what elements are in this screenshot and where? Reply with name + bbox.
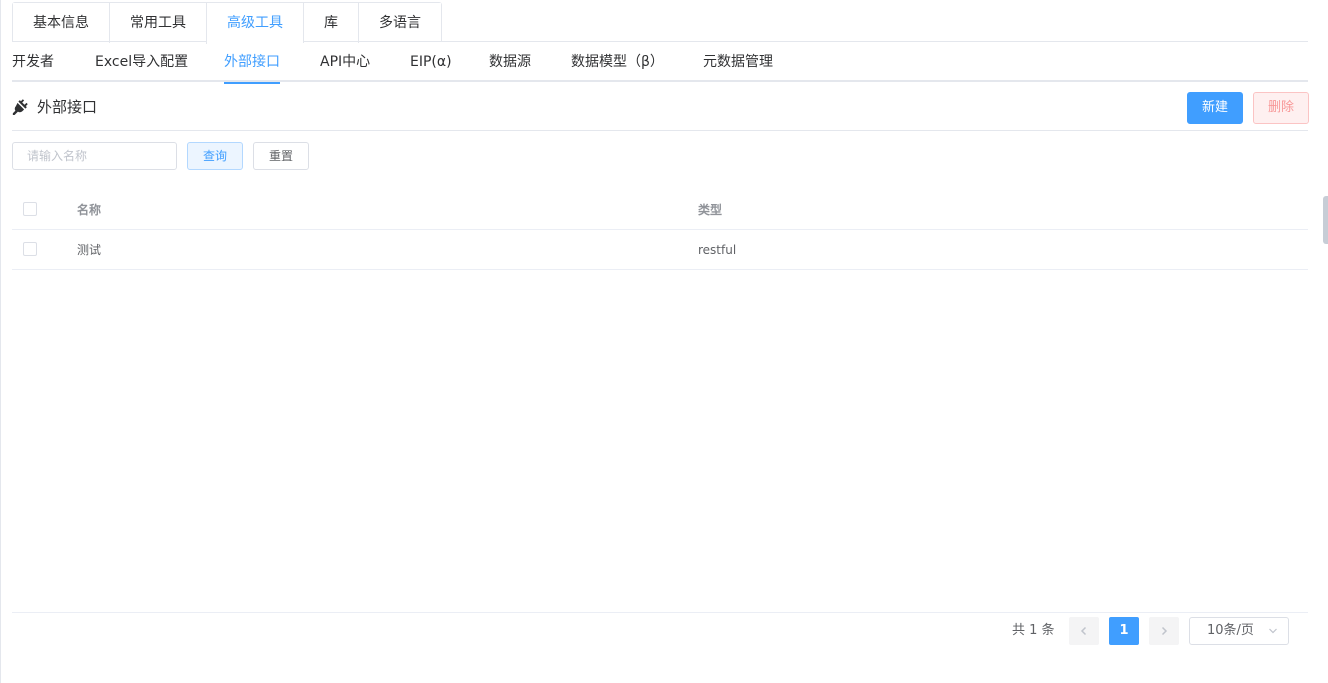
- tab-basic-info[interactable]: 基本信息: [13, 3, 109, 43]
- cell-name: 测试: [77, 243, 102, 257]
- interface-table: 名称 类型 测试 restful: [12, 190, 1308, 270]
- total-count: 共 1 条: [1012, 623, 1055, 638]
- section-title: 外部接口: [37, 98, 98, 116]
- page-number-current[interactable]: 1: [1109, 617, 1139, 645]
- cell-type: restful: [698, 243, 737, 257]
- subtab-metadata[interactable]: 元数据管理: [703, 42, 773, 82]
- subtab-eip[interactable]: EIP(α): [410, 42, 452, 82]
- subtab-excel-import[interactable]: Excel导入配置: [95, 42, 188, 82]
- table-row[interactable]: 测试 restful: [12, 230, 1308, 270]
- next-page-button[interactable]: [1149, 617, 1179, 645]
- side-panel-handle[interactable]: [1323, 196, 1328, 244]
- sub-tab-bar: 开发者 Excel导入配置 外部接口 API中心 EIP(α) 数据源 数据模型…: [12, 42, 1308, 84]
- tab-common-tools[interactable]: 常用工具: [109, 3, 206, 43]
- new-button[interactable]: 新建: [1187, 92, 1243, 124]
- page-size-select[interactable]: 10条/页: [1189, 617, 1289, 645]
- chevron-right-icon: [1161, 626, 1168, 636]
- header-type: 类型: [698, 203, 723, 217]
- prev-page-button[interactable]: [1069, 617, 1099, 645]
- chevron-left-icon: [1080, 626, 1087, 636]
- chevron-down-icon: [1269, 628, 1277, 634]
- tab-advanced-tools[interactable]: 高级工具: [206, 3, 303, 44]
- subtab-external-interface[interactable]: 外部接口: [224, 42, 280, 84]
- tab-library[interactable]: 库: [303, 3, 358, 43]
- row-checkbox[interactable]: [23, 242, 37, 256]
- query-button[interactable]: 查询: [187, 142, 243, 170]
- page-size-label: 10条/页: [1207, 623, 1254, 638]
- plug-icon: [12, 99, 28, 115]
- table-header-row: 名称 类型: [12, 190, 1308, 230]
- name-search-input[interactable]: [12, 142, 177, 170]
- subtab-datasource[interactable]: 数据源: [489, 42, 531, 82]
- top-tab-bar: 基本信息 常用工具 高级工具 库 多语言: [12, 2, 442, 44]
- page-frame: 基本信息 常用工具 高级工具 库 多语言 开发者 Excel导入配置 外部接口 …: [0, 0, 1328, 683]
- section-header: 外部接口 新建 删除: [12, 90, 1309, 131]
- subtab-api-center[interactable]: API中心: [320, 42, 370, 82]
- tab-multilanguage[interactable]: 多语言: [358, 3, 441, 43]
- subtab-data-model[interactable]: 数据模型（β）: [571, 42, 664, 82]
- select-all-checkbox[interactable]: [23, 202, 37, 216]
- delete-button[interactable]: 删除: [1253, 92, 1309, 124]
- footer-divider: [12, 612, 1308, 613]
- reset-button[interactable]: 重置: [253, 142, 309, 170]
- subtab-developer[interactable]: 开发者: [12, 42, 54, 82]
- header-name: 名称: [77, 203, 102, 217]
